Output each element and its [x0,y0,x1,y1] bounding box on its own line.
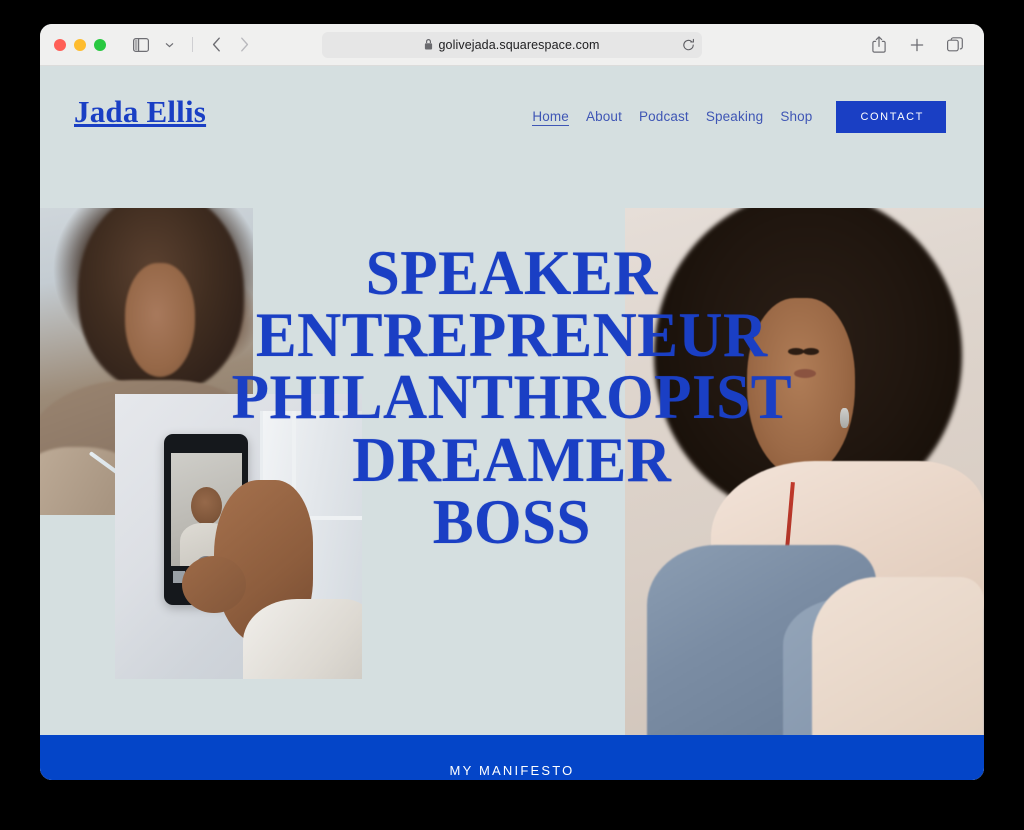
minimize-window-button[interactable] [74,38,86,51]
browser-toolbar: golivejada.squarespace.com [40,24,984,66]
forward-button[interactable] [231,32,257,58]
screen: golivejada.squarespace.com SPEAKER ENTRE… [0,0,1024,830]
browser-actions [866,32,968,58]
page-viewport: SPEAKER ENTREPRENEUR PHILANTHROPIST DREA… [40,66,984,780]
phone-in-hand-photo [115,394,362,679]
nav-item-speaking[interactable]: Speaking [706,109,764,125]
browser-window: golivejada.squarespace.com SPEAKER ENTRE… [40,24,984,780]
url-text: golivejada.squarespace.com [438,37,600,52]
nav-item-about[interactable]: About [586,109,622,125]
primary-navigation: Home About Podcast Speaking Shop CONTACT [532,66,946,168]
site-logo[interactable]: Jada Ellis [74,96,206,127]
new-tab-icon[interactable] [904,32,930,58]
browser-nav-group [128,32,257,58]
nav-item-shop[interactable]: Shop [780,109,812,125]
share-icon[interactable] [866,32,892,58]
manifesto-section: MY MANIFESTO [40,735,984,780]
toolbar-divider [192,37,193,52]
nav-item-podcast[interactable]: Podcast [639,109,689,125]
photo-detail [181,556,246,614]
photo-detail [811,576,984,735]
address-bar[interactable]: golivejada.squarespace.com [322,31,702,58]
photo-detail [747,297,855,477]
chevron-down-icon[interactable] [156,32,182,58]
site-header: Jada Ellis Home About Podcast Speaking S… [40,66,984,168]
photo-detail [787,347,804,355]
photo-detail [803,347,820,355]
tab-overview-icon[interactable] [942,32,968,58]
close-window-button[interactable] [54,38,66,51]
nav-item-home[interactable]: Home [532,109,569,126]
photo-detail [794,369,817,379]
reload-icon[interactable] [682,38,695,51]
contact-button[interactable]: CONTACT [836,101,946,133]
manifesto-label: MY MANIFESTO [449,763,575,778]
photo-detail [243,599,362,679]
photo-detail [125,263,196,377]
window-controls [54,38,106,51]
photo-detail [190,486,222,525]
sidebar-icon[interactable] [128,32,154,58]
portrait-photo [625,208,984,735]
lock-icon [424,39,433,50]
photo-detail [840,408,850,429]
nav-links: Home About Podcast Speaking Shop [532,109,812,126]
maximize-window-button[interactable] [94,38,106,51]
back-button[interactable] [203,32,229,58]
